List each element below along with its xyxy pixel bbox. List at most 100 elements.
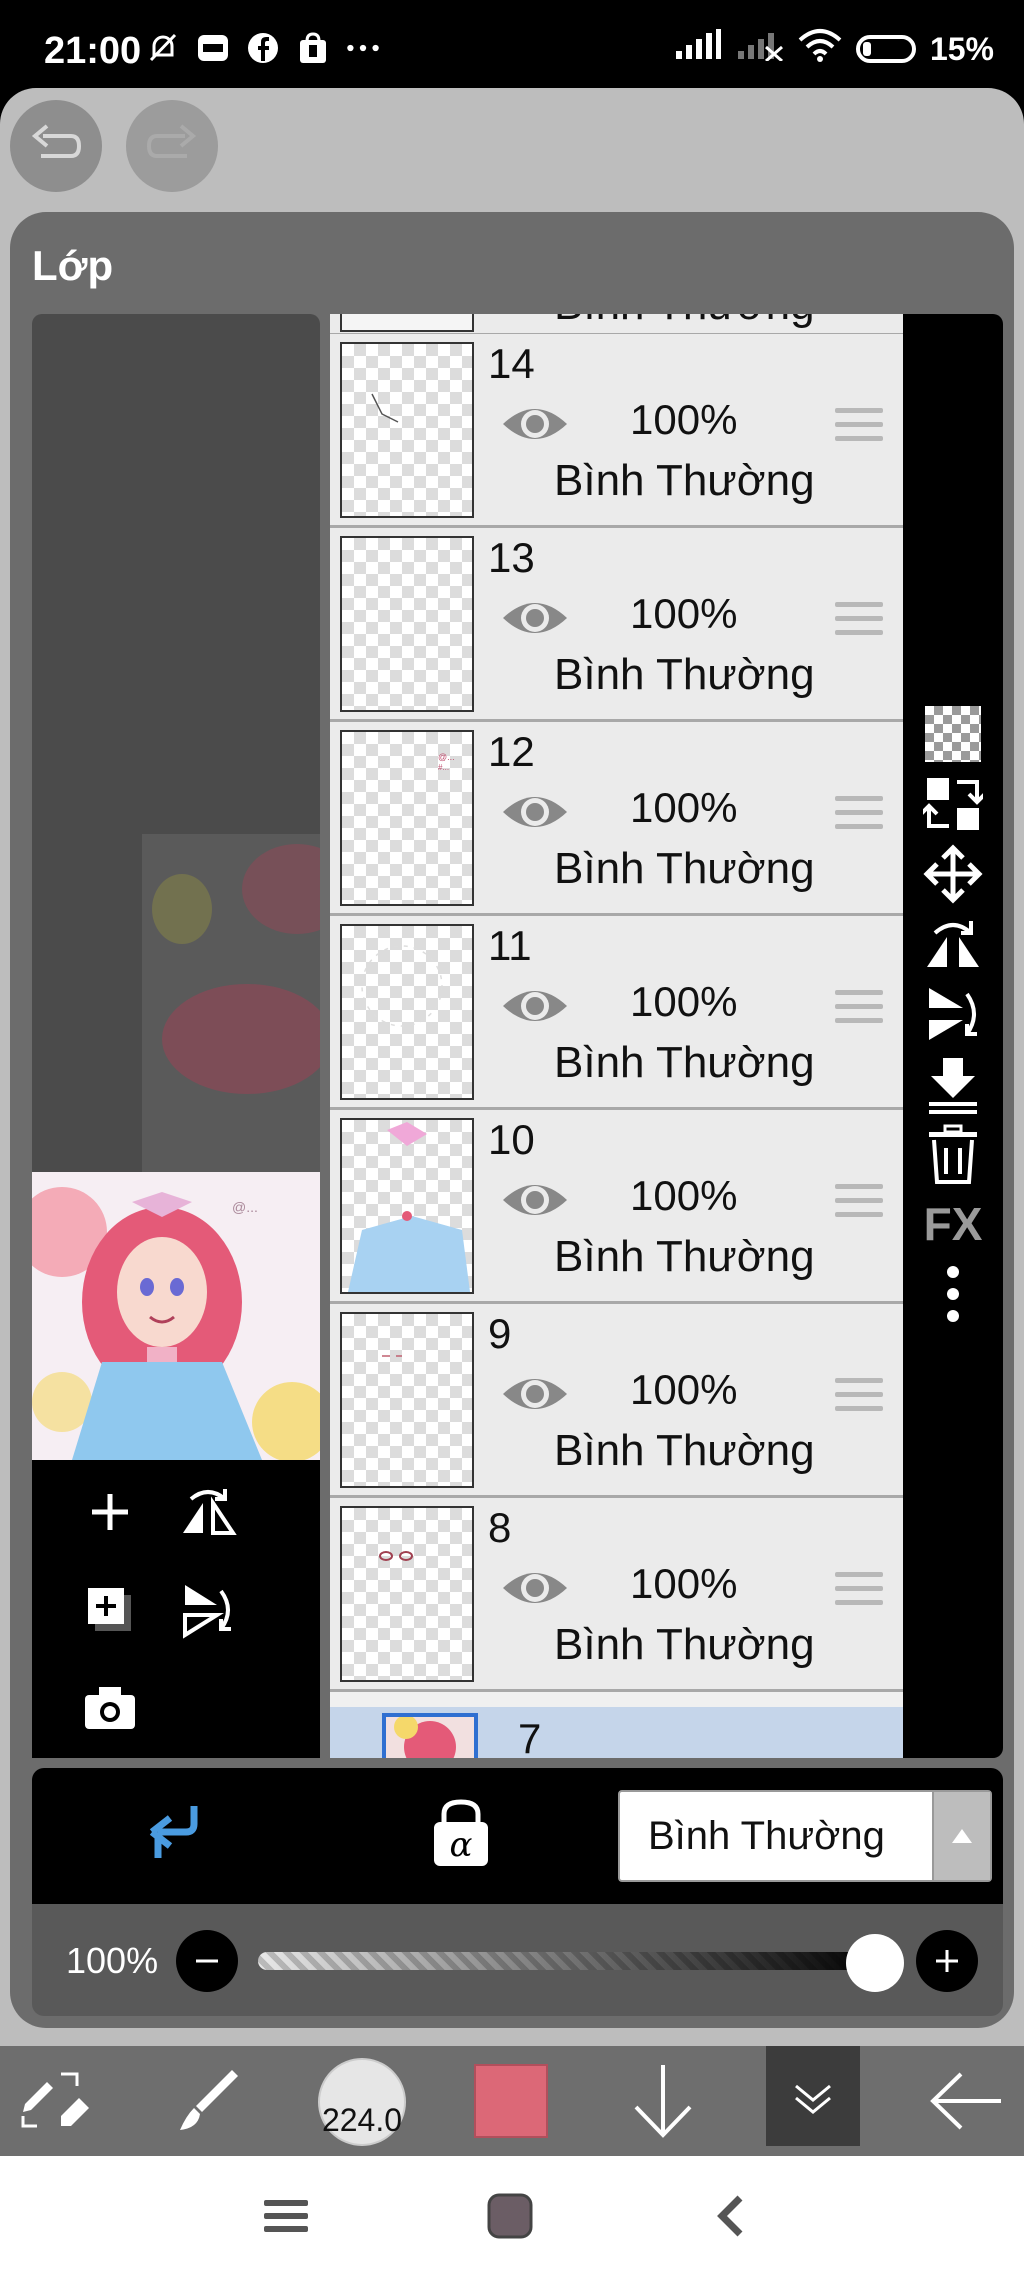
layer-number: 12 bbox=[488, 728, 535, 775]
pen-eraser-swap-icon bbox=[21, 2072, 89, 2128]
layer-row-selected[interactable]: 7 bbox=[330, 1707, 903, 1758]
drag-handle-icon[interactable] bbox=[835, 990, 883, 1030]
visibility-eye-icon[interactable] bbox=[500, 1372, 570, 1416]
layer-row[interactable]: 11 100% Bình Thường bbox=[330, 916, 903, 1110]
swap-layer-button[interactable] bbox=[921, 772, 985, 836]
layer-opacity: 100% bbox=[630, 1172, 738, 1219]
layer-opacity: 100% bbox=[630, 396, 738, 443]
add-layer-button[interactable] bbox=[78, 1480, 142, 1544]
flip-horizontal-canvas-button[interactable] bbox=[176, 1480, 240, 1544]
tool-switch-button[interactable] bbox=[12, 2056, 102, 2146]
alpha-lock-button[interactable]: α bbox=[430, 1798, 492, 1868]
opacity-slider[interactable] bbox=[258, 1952, 880, 1970]
visibility-eye-icon[interactable] bbox=[500, 790, 570, 834]
fx-label: FX bbox=[923, 1198, 983, 1250]
system-back-button[interactable] bbox=[702, 2186, 762, 2246]
undo-icon bbox=[31, 124, 82, 158]
double-chevron-down-icon bbox=[795, 2084, 831, 2114]
visibility-eye-icon[interactable] bbox=[500, 596, 570, 640]
artwork-thumbnail[interactable]: @... bbox=[32, 1172, 320, 1460]
layer-row[interactable]: 14 100% Bình Thường bbox=[330, 334, 903, 528]
home-button[interactable] bbox=[480, 2186, 540, 2246]
battery-icon bbox=[855, 35, 916, 63]
redo-button[interactable] bbox=[126, 100, 218, 192]
collapse-panel-button[interactable] bbox=[766, 2046, 860, 2146]
opacity-row: 100% bbox=[32, 1904, 1003, 2016]
flip-layer-horizontal-button[interactable] bbox=[921, 912, 985, 976]
delete-layer-button[interactable] bbox=[921, 1122, 985, 1186]
svg-text:@...: @... bbox=[438, 752, 455, 762]
layer-opacity: 100% bbox=[630, 1560, 738, 1607]
svg-text:α: α bbox=[450, 1825, 473, 1865]
visibility-eye-icon[interactable] bbox=[500, 984, 570, 1028]
color-swatch[interactable] bbox=[474, 2064, 548, 2138]
add-image-layer-button[interactable] bbox=[78, 1578, 142, 1642]
flip-vertical-canvas-button[interactable] bbox=[176, 1578, 240, 1642]
menu-icon bbox=[264, 2200, 308, 2232]
drag-handle-icon[interactable] bbox=[835, 408, 883, 448]
canvas-preview-column: @... bbox=[32, 314, 320, 1758]
layer-thumbnail bbox=[340, 536, 474, 712]
panel-title: Lớp bbox=[32, 242, 114, 289]
flip-vertical-icon bbox=[929, 988, 977, 1040]
layer-row[interactable]: 8 100% Bình Thường bbox=[330, 1498, 903, 1692]
scroll-down-button[interactable] bbox=[618, 2056, 708, 2146]
layer-mode: Bình Thường bbox=[554, 456, 815, 505]
blend-mode-bar: α Bình Thường bbox=[32, 1768, 1003, 1904]
opacity-decrease-button[interactable] bbox=[176, 1930, 238, 1992]
more-options-button[interactable] bbox=[921, 1262, 985, 1326]
layer-number: 11 bbox=[488, 922, 532, 969]
undo-button[interactable] bbox=[10, 100, 102, 192]
svg-text:#...: #... bbox=[438, 763, 449, 772]
status-time: 21:00 bbox=[44, 30, 142, 72]
layer-row[interactable]: 13 100% Bình Thường bbox=[330, 528, 903, 722]
clipping-button[interactable] bbox=[140, 1798, 210, 1868]
back-arrow-button[interactable] bbox=[920, 2056, 1010, 2146]
plus-icon bbox=[92, 1494, 128, 1530]
brush-size-value: 224.0 bbox=[321, 2102, 403, 2138]
home-square-icon bbox=[487, 2193, 533, 2239]
visibility-eye-icon[interactable] bbox=[500, 1178, 570, 1222]
visibility-eye-icon[interactable] bbox=[500, 402, 570, 446]
drag-handle-icon[interactable] bbox=[835, 796, 883, 836]
layer-mode: Bình Thường bbox=[554, 314, 815, 330]
layer-row[interactable]: @... #... 12 100% Bình Thường bbox=[330, 722, 903, 916]
layer-row-partial[interactable]: Bình Thường bbox=[330, 314, 903, 336]
more-icon bbox=[345, 30, 381, 66]
layer-panel: Lớp @... 14 100% Bình Thường 13 100% Bìn… bbox=[10, 212, 1014, 2028]
opacity-slider-knob[interactable] bbox=[846, 1934, 904, 1992]
brush-tool-button[interactable] bbox=[162, 2056, 252, 2146]
blend-mode-select[interactable]: Bình Thường bbox=[618, 1790, 992, 1882]
transparency-button[interactable] bbox=[921, 702, 985, 766]
move-button[interactable] bbox=[921, 842, 985, 906]
merge-down-button[interactable] bbox=[921, 1052, 985, 1116]
fx-button[interactable]: FX bbox=[921, 1192, 985, 1256]
layer-mode: Bình Thường bbox=[554, 1038, 815, 1087]
battery-level: 15% bbox=[929, 30, 994, 67]
layer-opacity: 100% bbox=[630, 1366, 738, 1413]
status-bar: 21:00 15% bbox=[0, 0, 1024, 88]
layer-row[interactable]: 9 100% Bình Thường bbox=[330, 1304, 903, 1498]
more-vertical-icon bbox=[947, 1266, 959, 1322]
flip-horizontal-icon bbox=[183, 1489, 237, 1535]
layer-tools-sidebar: FX bbox=[903, 314, 1003, 1758]
artwork-image: @... bbox=[32, 1172, 320, 1460]
camera-button[interactable] bbox=[78, 1676, 142, 1740]
drag-handle-icon[interactable] bbox=[835, 1184, 883, 1224]
blend-mode-value: Bình Thường bbox=[648, 1814, 885, 1858]
drag-handle-icon[interactable] bbox=[835, 1378, 883, 1418]
flip-layer-vertical-button[interactable] bbox=[921, 982, 985, 1046]
brush-icon bbox=[180, 2070, 238, 2130]
drag-handle-icon[interactable] bbox=[835, 602, 883, 642]
canvas-ghost-preview bbox=[142, 834, 320, 1174]
camera-icon bbox=[85, 1687, 135, 1729]
layer-number: 13 bbox=[488, 534, 535, 581]
opacity-increase-button[interactable] bbox=[916, 1930, 978, 1992]
layer-list[interactable]: Bình Thường 14 100% Bình Thường 13 100% Bình … bbox=[330, 314, 903, 1758]
layer-opacity: 100% bbox=[630, 590, 738, 637]
visibility-eye-icon[interactable] bbox=[500, 1566, 570, 1610]
drag-handle-icon[interactable] bbox=[835, 1572, 883, 1612]
move-icon bbox=[923, 844, 983, 904]
layer-row[interactable]: 10 100% Bình Thường bbox=[330, 1110, 903, 1304]
recents-button[interactable] bbox=[256, 2186, 316, 2246]
